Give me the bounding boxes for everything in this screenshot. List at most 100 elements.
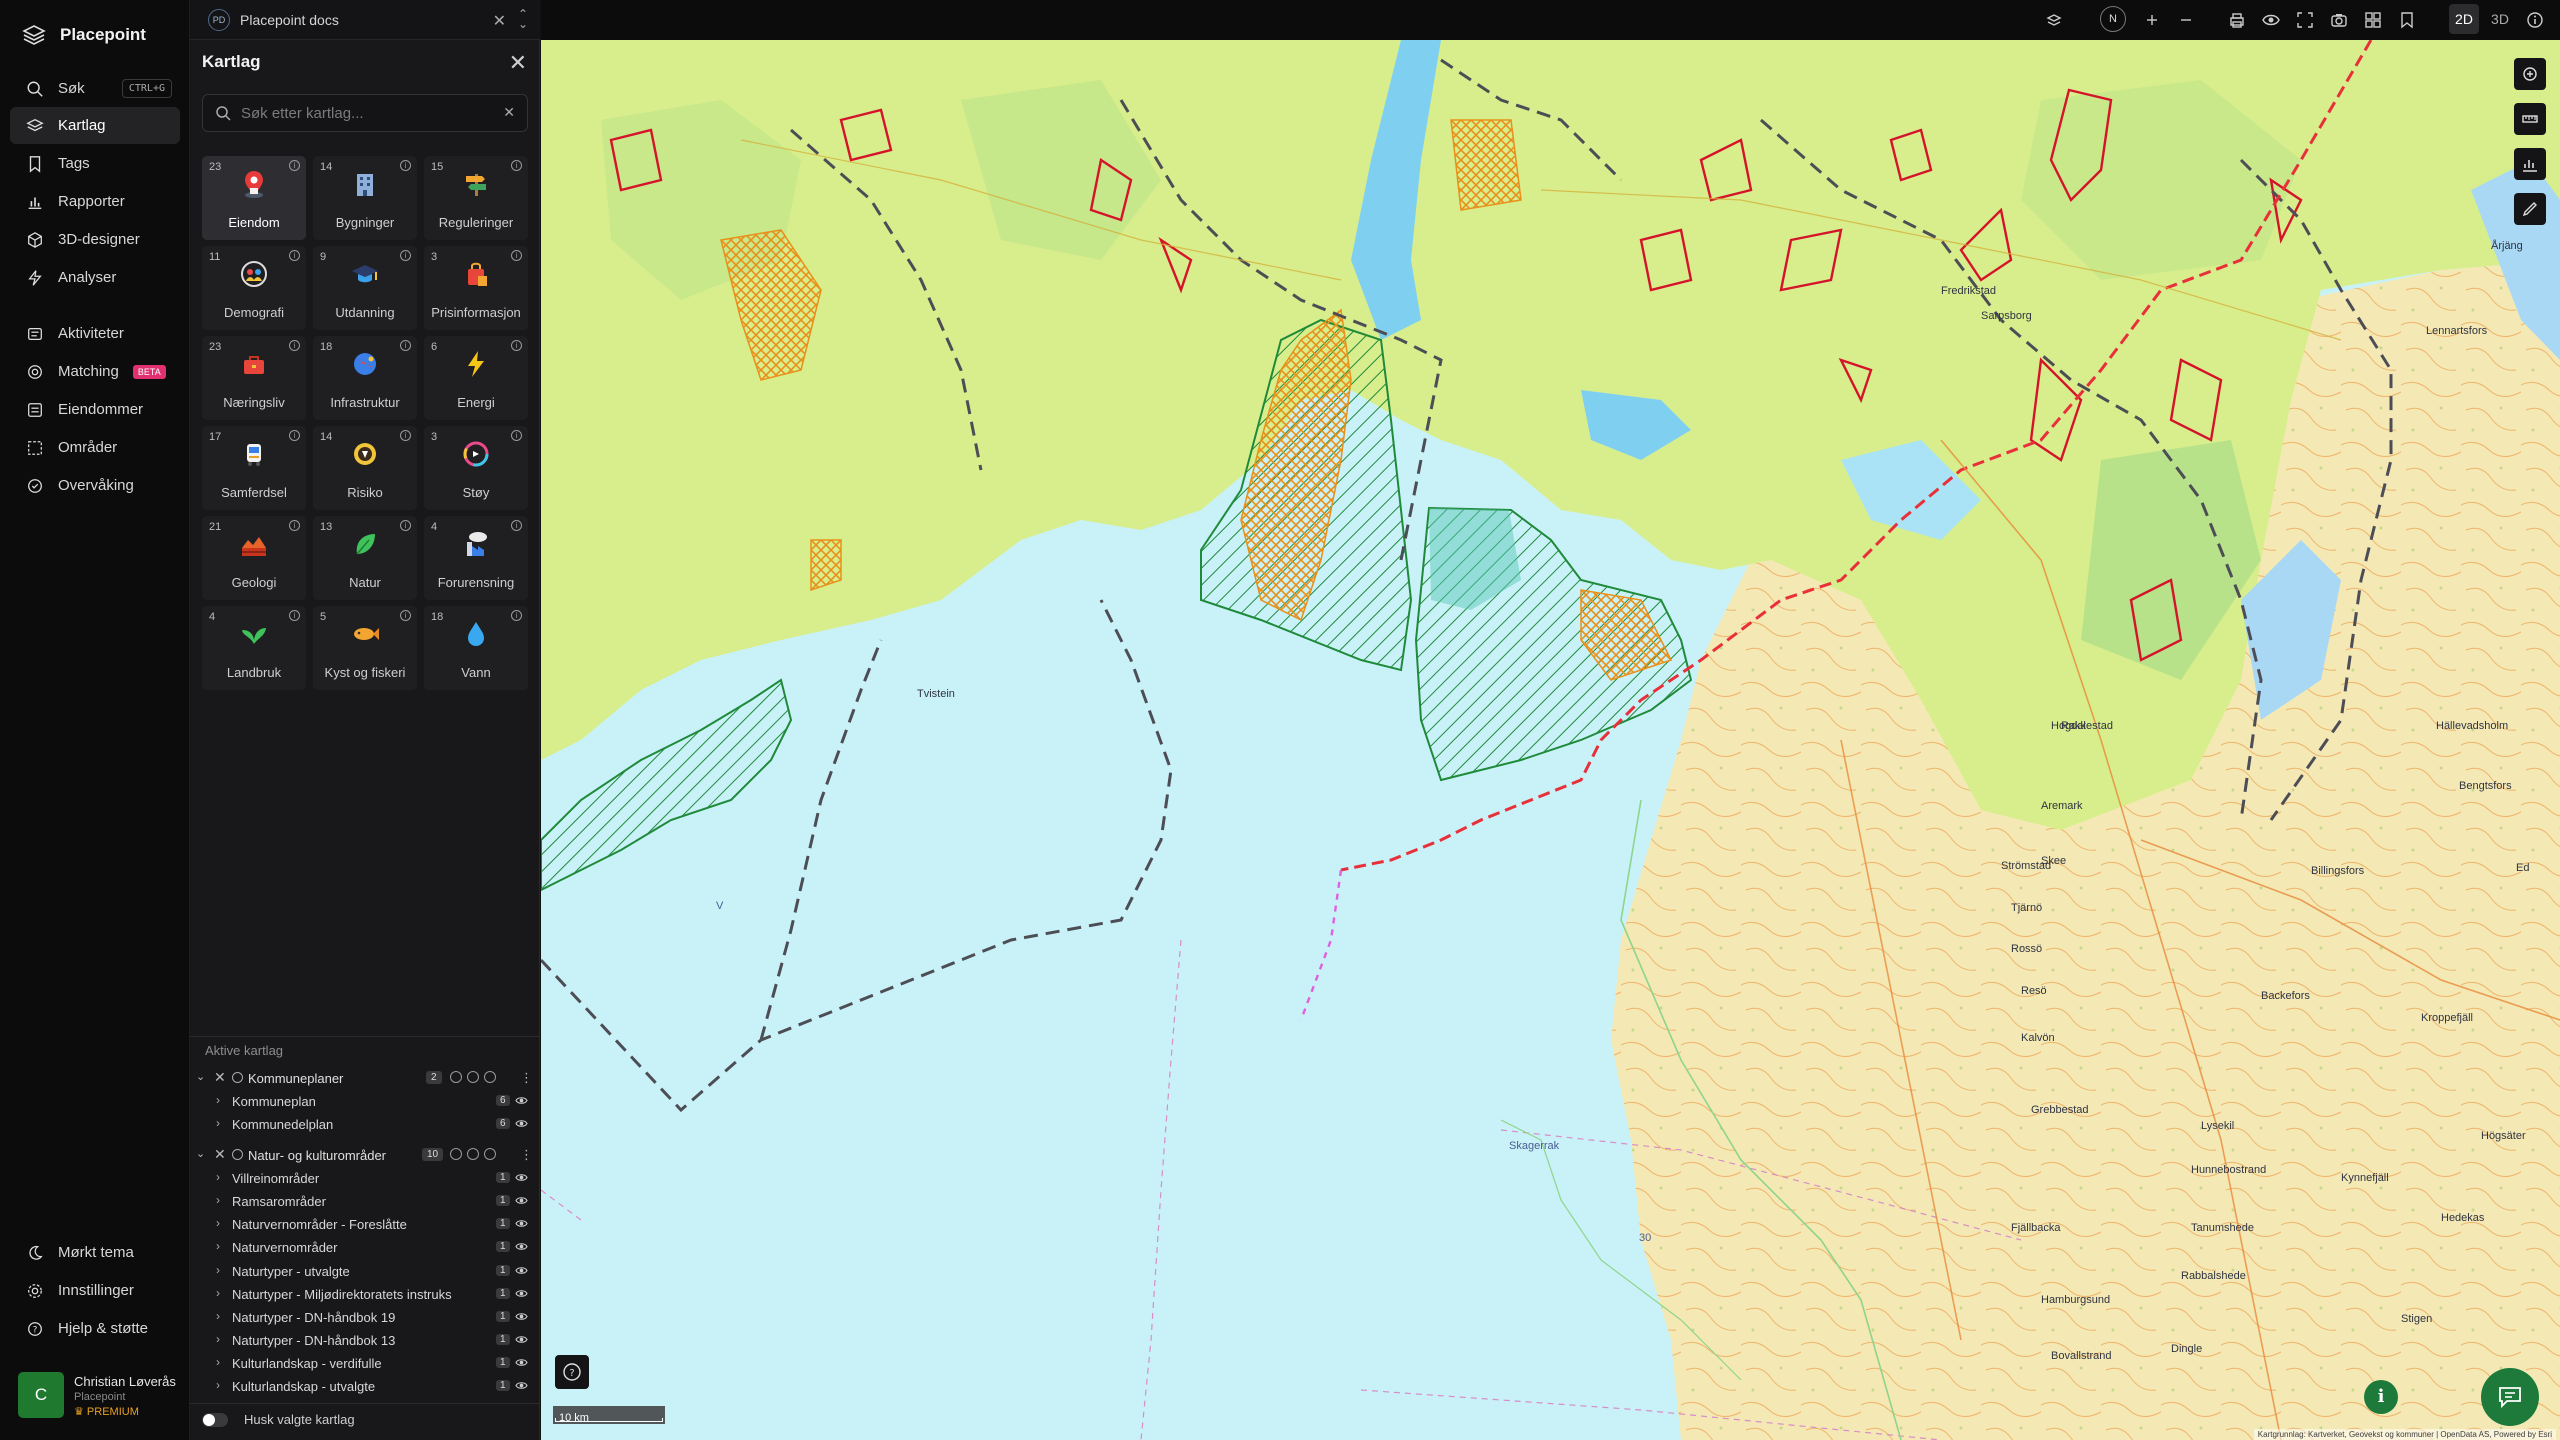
layer-group-natur-og-kulturomrader[interactable]: ⌄ ✕ Natur- og kulturområder 10 ⋮ bbox=[190, 1146, 540, 1166]
category-geologi[interactable]: 21 i Geologi bbox=[202, 516, 306, 600]
layer-search-input[interactable] bbox=[241, 104, 481, 122]
info-icon[interactable]: i bbox=[511, 250, 522, 261]
info-icon[interactable]: i bbox=[400, 430, 411, 441]
layer-search[interactable]: ✕ bbox=[202, 94, 528, 132]
info-icon[interactable]: i bbox=[511, 430, 522, 441]
collapse-icon[interactable]: ⌄ bbox=[196, 1147, 205, 1160]
category-utdanning[interactable]: 9 i Utdanning bbox=[313, 246, 417, 330]
layer-item[interactable]: › Naturtyper - DN-håndbok 13 1 bbox=[190, 1331, 540, 1351]
expand-icon[interactable]: › bbox=[216, 1286, 220, 1300]
nav-settings[interactable]: Innstillinger bbox=[10, 1272, 180, 1309]
map-view[interactable]: Rakkestad Aremark Strömstad Skee Tjärnö … bbox=[541, 40, 2560, 1440]
category-natur[interactable]: 13 i Natur bbox=[313, 516, 417, 600]
info-icon[interactable]: i bbox=[511, 160, 522, 171]
category-naeringsliv[interactable]: 23 i Næringsliv bbox=[202, 336, 306, 420]
category-eiendom[interactable]: 23 i Eiendom bbox=[202, 156, 306, 240]
zoom-out-icon[interactable] bbox=[2176, 10, 2196, 30]
map-tool-profile[interactable] bbox=[2514, 148, 2546, 180]
category-risiko[interactable]: 14 i Risiko bbox=[313, 426, 417, 510]
print-icon[interactable] bbox=[2227, 10, 2247, 30]
expand-icon[interactable]: › bbox=[216, 1332, 220, 1346]
eye-icon[interactable] bbox=[484, 1148, 496, 1160]
remove-group-icon[interactable]: ✕ bbox=[214, 1069, 226, 1086]
layer-item[interactable]: › Naturvernområder - Foreslåtte 1 bbox=[190, 1215, 540, 1235]
zoom-in-icon[interactable] bbox=[2142, 10, 2162, 30]
camera-icon[interactable] bbox=[2329, 10, 2349, 30]
category-energi[interactable]: 6 i Energi bbox=[424, 336, 528, 420]
info-icon[interactable]: i bbox=[289, 160, 300, 171]
eye-icon[interactable] bbox=[515, 1118, 528, 1129]
info-icon[interactable]: i bbox=[289, 430, 300, 441]
layer-item[interactable]: › Naturtyper - DN-håndbok 19 1 bbox=[190, 1308, 540, 1328]
expand-icon[interactable]: › bbox=[216, 1216, 220, 1230]
brand[interactable]: Placepoint bbox=[22, 20, 146, 50]
bookmark-icon[interactable] bbox=[2397, 10, 2417, 30]
north-compass[interactable]: N bbox=[2100, 6, 2126, 32]
more-options-icon[interactable]: ⋮ bbox=[520, 1070, 533, 1086]
nav-rapporter[interactable]: Rapporter bbox=[10, 183, 180, 220]
eye-icon[interactable] bbox=[484, 1071, 496, 1083]
remember-layers-toggle[interactable]: Husk valgte kartlag bbox=[202, 1412, 355, 1427]
layer-item[interactable]: › Kulturlandskap - verdifulle 1 bbox=[190, 1354, 540, 1374]
user-profile[interactable]: C Christian Løverås Placepoint ♛ PREMIUM bbox=[18, 1372, 183, 1420]
expand-icon[interactable]: › bbox=[216, 1378, 220, 1392]
fullscreen-icon[interactable] bbox=[2295, 10, 2315, 30]
nav-tags[interactable]: Tags bbox=[10, 145, 180, 182]
info-icon[interactable] bbox=[232, 1149, 243, 1160]
edit-icon[interactable] bbox=[467, 1148, 479, 1160]
info-button[interactable]: i bbox=[2364, 1380, 2398, 1414]
category-infrastruktur[interactable]: 18 i Infrastruktur bbox=[313, 336, 417, 420]
layer-item[interactable]: › Ramsarområder 1 bbox=[190, 1192, 540, 1212]
chat-button[interactable] bbox=[2481, 1368, 2539, 1426]
expand-icon[interactable]: › bbox=[216, 1239, 220, 1253]
info-icon[interactable] bbox=[2525, 10, 2545, 30]
expand-icon[interactable]: › bbox=[216, 1116, 220, 1130]
eye-icon[interactable] bbox=[515, 1095, 528, 1106]
info-icon[interactable]: i bbox=[400, 610, 411, 621]
info-icon[interactable]: i bbox=[289, 520, 300, 531]
nav-overvaking[interactable]: Overvåking bbox=[10, 467, 180, 504]
nav-aktiviteter[interactable]: Aktiviteter bbox=[10, 315, 180, 352]
nav-help[interactable]: ? Hjelp & støtte bbox=[10, 1310, 180, 1347]
eye-icon[interactable] bbox=[515, 1172, 528, 1183]
eye-icon[interactable] bbox=[515, 1357, 528, 1368]
category-reguleringer[interactable]: 15 i Reguleringer bbox=[424, 156, 528, 240]
layer-item[interactable]: › Kommuneplan 6 bbox=[190, 1092, 540, 1112]
category-demografi[interactable]: 11 i Demografi bbox=[202, 246, 306, 330]
settings-icon[interactable] bbox=[450, 1148, 462, 1160]
category-vann[interactable]: 18 i Vann bbox=[424, 606, 528, 690]
info-icon[interactable]: i bbox=[400, 520, 411, 531]
info-icon[interactable]: i bbox=[511, 610, 522, 621]
edit-icon[interactable] bbox=[467, 1071, 479, 1083]
eye-icon[interactable] bbox=[515, 1334, 528, 1345]
nav-matching[interactable]: Matching BETA bbox=[10, 353, 180, 390]
eye-icon[interactable] bbox=[515, 1288, 528, 1299]
eye-icon[interactable] bbox=[515, 1195, 528, 1206]
nav-3d-designer[interactable]: 3D-designer bbox=[10, 221, 180, 258]
info-icon[interactable] bbox=[232, 1072, 243, 1083]
eye-icon[interactable] bbox=[515, 1241, 528, 1252]
expand-icon[interactable]: › bbox=[216, 1093, 220, 1107]
view-2d-button[interactable]: 2D bbox=[2449, 4, 2479, 34]
grid-view-icon[interactable] bbox=[2363, 10, 2383, 30]
layer-item[interactable]: › Naturvernområder 1 bbox=[190, 1238, 540, 1258]
category-samferdsel[interactable]: 17 i Samferdsel bbox=[202, 426, 306, 510]
nav-search[interactable]: Søk CTRL+G bbox=[10, 70, 180, 107]
document-tab[interactable]: PD Placepoint docs ✕ ⌃ ⌄ bbox=[190, 0, 540, 40]
eye-icon[interactable] bbox=[515, 1218, 528, 1229]
nav-kartlag[interactable]: Kartlag bbox=[10, 107, 180, 144]
remove-group-icon[interactable]: ✕ bbox=[214, 1146, 226, 1163]
eye-icon[interactable] bbox=[2261, 10, 2281, 30]
category-stoy[interactable]: 3 i Støy bbox=[424, 426, 528, 510]
layers-stack-icon[interactable] bbox=[2044, 10, 2064, 30]
map-tool-area[interactable] bbox=[2514, 58, 2546, 90]
layer-group-kommuneplaner[interactable]: ⌄ ✕ Kommuneplaner 2 ⋮ bbox=[190, 1069, 540, 1089]
toggle-switch[interactable] bbox=[202, 1412, 228, 1427]
map-canvas[interactable] bbox=[541, 40, 2560, 1440]
settings-icon[interactable] bbox=[450, 1071, 462, 1083]
layer-item[interactable]: › Naturtyper - utvalgte 1 bbox=[190, 1262, 540, 1282]
nav-dark-theme[interactable]: Mørkt tema bbox=[10, 1234, 180, 1271]
info-icon[interactable]: i bbox=[400, 340, 411, 351]
expand-icon[interactable]: › bbox=[216, 1170, 220, 1184]
info-icon[interactable]: i bbox=[289, 340, 300, 351]
